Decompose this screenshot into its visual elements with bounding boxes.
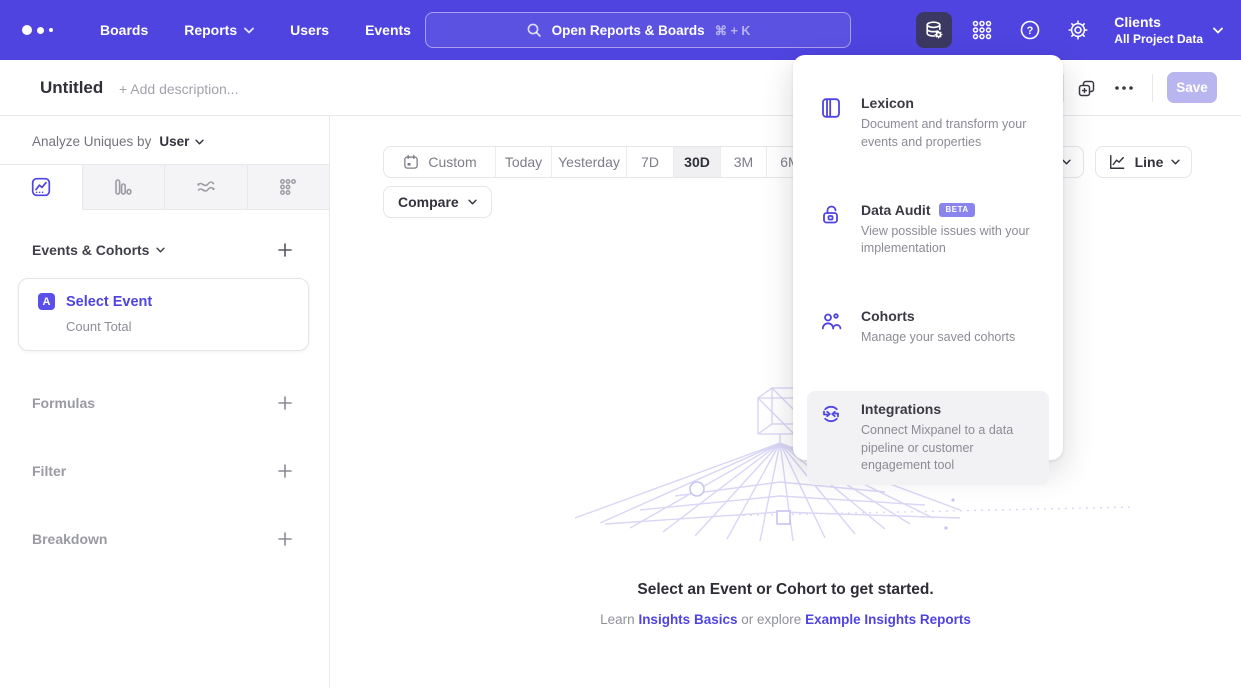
beta-badge: BETA xyxy=(939,203,974,217)
menu-item-lexicon[interactable]: Lexicon Document and transform your even… xyxy=(807,85,1049,162)
data-audit-icon xyxy=(819,203,843,227)
ellipsis-icon xyxy=(1114,85,1134,91)
events-cohorts-section: Events & Cohorts xyxy=(0,240,329,260)
menu-item-integrations[interactable]: Integrations Connect Mixpanel to a data … xyxy=(807,391,1049,485)
date-range-yesterday[interactable]: Yesterday xyxy=(552,147,627,177)
chevron-down-icon xyxy=(1171,159,1180,165)
chevron-down-icon xyxy=(244,27,254,34)
top-navbar: Boards Reports Users Events Open Reports… xyxy=(0,0,1241,60)
insights-basics-link[interactable]: Insights Basics xyxy=(638,612,737,627)
formulas-section: Formulas xyxy=(0,393,329,413)
line-chart-icon xyxy=(1107,152,1127,172)
report-title[interactable]: Untitled xyxy=(40,78,103,98)
help-button[interactable]: ? xyxy=(1012,12,1048,48)
plus-icon xyxy=(277,395,293,411)
bar-chart-icon xyxy=(111,175,135,199)
formulas-label: Formulas xyxy=(32,395,95,411)
event-card[interactable]: A Select Event Count Total xyxy=(18,278,309,351)
compare-button[interactable]: Compare xyxy=(383,186,492,218)
chevron-down-icon xyxy=(1213,27,1223,34)
chevron-down-icon xyxy=(1062,159,1071,165)
chart-type-tab-bar[interactable] xyxy=(83,165,166,209)
nav-users[interactable]: Users xyxy=(290,22,329,38)
date-range-3m[interactable]: 3M xyxy=(721,147,767,177)
menu-item-cohorts[interactable]: Cohorts Manage your saved cohorts xyxy=(807,298,1049,357)
chevron-down-icon xyxy=(195,139,204,145)
data-management-button[interactable] xyxy=(916,12,952,48)
chart-type-tab-line[interactable] xyxy=(0,165,83,210)
menu-item-data-audit[interactable]: Data Audit BETA View possible issues wit… xyxy=(807,192,1049,269)
example-insights-reports-link[interactable]: Example Insights Reports xyxy=(805,612,971,627)
empty-state-subtitle: Learn Insights Basics or explore Example… xyxy=(330,612,1241,627)
date-range-control: Custom Today Yesterday 7D 30D 3M 6M xyxy=(383,146,814,178)
date-range-7d[interactable]: 7D xyxy=(627,147,674,177)
line-chart-icon xyxy=(29,175,53,199)
add-event-button[interactable] xyxy=(275,240,295,260)
apps-grid-button[interactable] xyxy=(964,12,1000,48)
report-canvas: Custom Today Yesterday 7D 30D 3M 6M Comp… xyxy=(330,116,1241,688)
search-shortcut: ⌘ + K xyxy=(715,23,751,38)
add-description-field[interactable]: + Add description... xyxy=(119,81,238,97)
plus-icon xyxy=(277,463,293,479)
project-subtitle: All Project Data xyxy=(1114,32,1203,46)
duplicate-icon xyxy=(1076,78,1097,99)
analyze-uniques-row: Analyze Uniques by User xyxy=(0,116,329,149)
chart-type-tab-scatter[interactable] xyxy=(248,165,330,209)
project-selector[interactable]: Clients All Project Data xyxy=(1114,14,1223,46)
calendar-icon xyxy=(402,153,420,171)
date-range-30d[interactable]: 30D xyxy=(674,147,721,177)
settings-gear-icon xyxy=(1066,18,1090,42)
nav-reports[interactable]: Reports xyxy=(184,22,254,38)
database-gear-icon xyxy=(922,18,946,42)
events-cohorts-label[interactable]: Events & Cohorts xyxy=(32,242,165,258)
analyze-value-dropdown[interactable]: User xyxy=(159,134,204,149)
query-sidebar: Analyze Uniques by User xyxy=(0,116,330,688)
save-button[interactable]: Save xyxy=(1167,72,1217,103)
add-formula-button[interactable] xyxy=(275,393,295,413)
mixpanel-logo[interactable] xyxy=(22,25,62,35)
settings-button[interactable] xyxy=(1060,12,1096,48)
chevron-down-icon xyxy=(156,247,165,253)
integrations-icon xyxy=(819,402,843,426)
chart-type-dropdown[interactable]: Line xyxy=(1095,146,1192,178)
breakdown-label: Breakdown xyxy=(32,531,107,547)
divider xyxy=(1063,74,1064,102)
data-management-menu: Lexicon Document and transform your even… xyxy=(793,55,1063,460)
lexicon-icon xyxy=(819,96,843,120)
count-total-label[interactable]: Count Total xyxy=(66,319,292,334)
nav-boards[interactable]: Boards xyxy=(100,22,148,38)
breakdown-section: Breakdown xyxy=(0,529,329,549)
filter-section: Filter xyxy=(0,461,329,481)
date-range-custom[interactable]: Custom xyxy=(384,147,496,177)
more-options-button[interactable] xyxy=(1110,74,1138,102)
svg-text:?: ? xyxy=(1027,25,1034,37)
nav-events[interactable]: Events xyxy=(365,22,411,38)
chart-type-tab-flow[interactable] xyxy=(165,165,248,209)
flow-chart-icon xyxy=(194,175,218,199)
search-icon xyxy=(526,22,542,38)
duplicate-report-button[interactable] xyxy=(1072,74,1100,102)
search-label: Open Reports & Boards xyxy=(552,23,705,38)
chart-type-tabs xyxy=(0,164,329,210)
project-title: Clients xyxy=(1114,14,1203,30)
divider xyxy=(1152,74,1153,102)
add-breakdown-button[interactable] xyxy=(275,529,295,549)
event-letter-badge: A xyxy=(38,293,55,310)
empty-state-title: Select an Event or Cohort to get started… xyxy=(330,581,1241,599)
analyze-prefix: Analyze Uniques by xyxy=(32,134,151,149)
select-event-label[interactable]: Select Event xyxy=(66,294,152,310)
add-filter-button[interactable] xyxy=(275,461,295,481)
scatter-chart-icon xyxy=(276,175,300,199)
chevron-down-icon xyxy=(468,199,477,205)
help-icon: ? xyxy=(1018,18,1042,42)
date-range-today[interactable]: Today xyxy=(496,147,552,177)
plus-icon xyxy=(277,242,293,258)
plus-icon xyxy=(277,531,293,547)
apps-grid-icon xyxy=(970,18,994,42)
global-search[interactable]: Open Reports & Boards ⌘ + K xyxy=(425,12,851,48)
filter-label: Filter xyxy=(32,463,66,479)
cohorts-icon xyxy=(819,309,843,333)
